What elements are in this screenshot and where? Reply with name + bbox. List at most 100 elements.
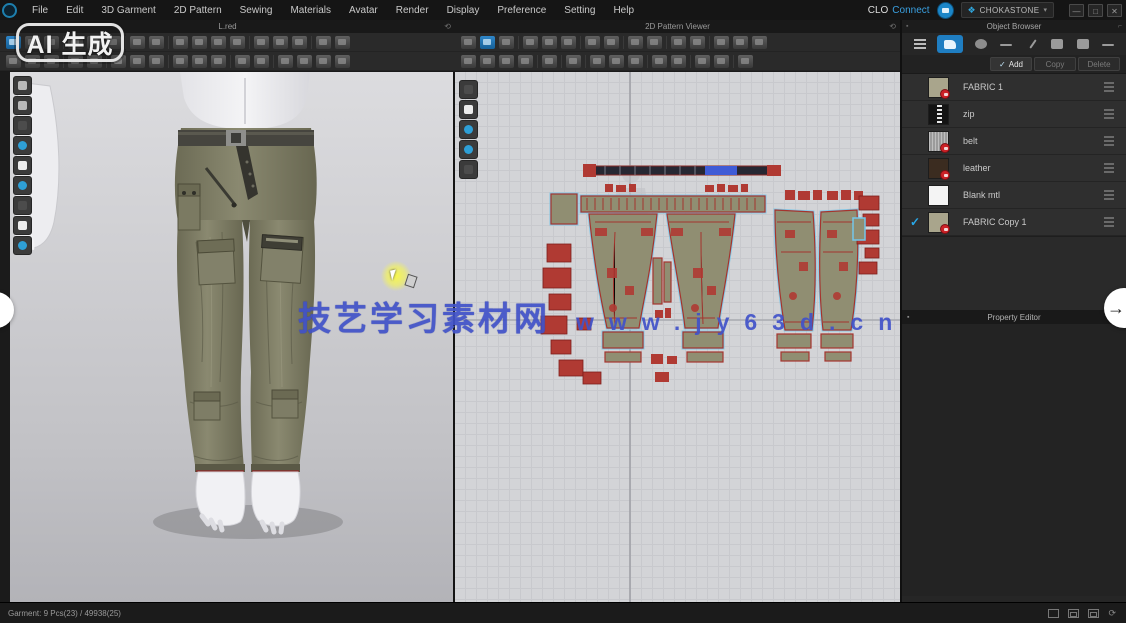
menu-render[interactable]: Render (387, 2, 438, 19)
tool-icon[interactable] (561, 36, 576, 49)
tool-icon[interactable] (149, 55, 164, 68)
2d-viewport-corner-icon[interactable]: ⟲ (889, 22, 896, 31)
tool-icon[interactable] (480, 36, 495, 49)
grid-layout-icon[interactable] (1088, 609, 1099, 618)
delete-fabric-button[interactable]: Delete (1078, 57, 1120, 71)
layer-tab-icon[interactable] (1075, 37, 1091, 51)
tool-icon[interactable] (149, 36, 164, 49)
tool-icon[interactable] (585, 36, 600, 49)
menu-display[interactable]: Display (438, 2, 489, 19)
row-menu-icon[interactable] (1104, 82, 1114, 92)
fabric-swatch[interactable] (928, 131, 949, 152)
panel-pin-icon[interactable]: ⌐ (1118, 23, 1122, 30)
tool-icon[interactable] (278, 55, 293, 68)
tool-icon[interactable] (671, 55, 686, 68)
tool-icon[interactable] (752, 36, 767, 49)
tool-icon[interactable] (566, 55, 581, 68)
tool-icon[interactable] (695, 55, 710, 68)
tool-icon[interactable] (211, 36, 226, 49)
tool-icon[interactable] (523, 36, 538, 49)
tool-icon[interactable] (211, 55, 226, 68)
tool-icon[interactable] (690, 36, 705, 49)
tool-icon[interactable] (192, 36, 207, 49)
tool-icon[interactable] (461, 36, 476, 49)
tool-icon[interactable] (254, 55, 269, 68)
vtool-icon[interactable] (13, 116, 32, 135)
vtool-icon[interactable] (459, 100, 478, 119)
vtool-icon[interactable] (13, 176, 32, 195)
menu-3d-garment[interactable]: 3D Garment (92, 2, 164, 19)
vtool-icon[interactable] (13, 76, 32, 95)
row-menu-icon[interactable] (1104, 190, 1114, 200)
tool-icon[interactable] (542, 55, 557, 68)
menu-preference[interactable]: Preference (488, 2, 555, 19)
trim-tab-icon[interactable] (1049, 37, 1065, 51)
tool-icon[interactable] (316, 36, 331, 49)
fabric-row-selected[interactable]: ✓ FABRIC Copy 1 (902, 209, 1126, 236)
fabric-swatch[interactable] (928, 77, 949, 98)
tool-icon[interactable] (297, 55, 312, 68)
tool-icon[interactable] (628, 55, 643, 68)
tool-icon[interactable] (461, 55, 476, 68)
tool-icon[interactable] (671, 36, 686, 49)
connect-link[interactable]: CLOConnect (868, 5, 930, 16)
tool-icon[interactable] (316, 55, 331, 68)
tool-icon[interactable] (518, 55, 533, 68)
tool-icon[interactable] (628, 36, 643, 49)
tool-icon[interactable] (335, 55, 350, 68)
tool-icon[interactable] (604, 36, 619, 49)
row-menu-icon[interactable] (1104, 136, 1114, 146)
tool-icon[interactable] (714, 55, 729, 68)
tool-icon[interactable] (647, 36, 662, 49)
panel-layout-icon[interactable] (1068, 609, 1079, 618)
tool-icon[interactable] (738, 55, 753, 68)
vtool-icon[interactable] (13, 96, 32, 115)
fabric-row[interactable]: zip (902, 101, 1126, 128)
fabric-swatch[interactable] (928, 185, 949, 206)
tool-icon[interactable] (130, 36, 145, 49)
layout-icon[interactable] (1048, 609, 1059, 618)
menu-setting[interactable]: Setting (555, 2, 604, 19)
vtool-icon[interactable] (13, 136, 32, 155)
refresh-icon[interactable]: ⟳ (1108, 608, 1116, 619)
menu-help[interactable]: Help (604, 2, 643, 19)
tool-icon[interactable] (499, 55, 514, 68)
tool-icon[interactable] (273, 36, 288, 49)
tool-icon[interactable] (192, 55, 207, 68)
tool-icon[interactable] (230, 36, 245, 49)
tool-icon[interactable] (714, 36, 729, 49)
copy-fabric-button[interactable]: Copy (1034, 57, 1076, 71)
minimize-button[interactable]: — (1069, 4, 1084, 17)
vtool-icon[interactable] (459, 120, 478, 139)
tool-icon[interactable] (499, 36, 514, 49)
tool-icon[interactable] (235, 55, 250, 68)
object-browser-header[interactable]: ▪ Object Browser ⌐ (902, 20, 1126, 33)
user-account-button[interactable]: ❖ CHOKASTONE ▾ (961, 2, 1054, 18)
vtool-icon[interactable] (459, 140, 478, 159)
tool-icon[interactable] (173, 55, 188, 68)
vtool-icon[interactable] (13, 236, 32, 255)
vtool-icon[interactable] (13, 156, 32, 175)
2d-pattern-viewport[interactable] (455, 72, 900, 602)
tool-icon[interactable] (335, 36, 350, 49)
vtool-icon[interactable] (459, 80, 478, 99)
tool-icon[interactable] (292, 36, 307, 49)
fabric-tab-icon[interactable] (937, 35, 963, 53)
property-editor-header[interactable]: ▪ Property Editor (902, 310, 1126, 324)
fabric-row[interactable]: Blank mtl (902, 182, 1126, 209)
topstitch-tab-icon[interactable] (1024, 37, 1040, 51)
menu-avatar[interactable]: Avatar (340, 2, 387, 19)
tool-icon[interactable] (590, 55, 605, 68)
button-tab-icon[interactable] (973, 37, 989, 51)
tool-icon[interactable] (173, 36, 188, 49)
fabric-swatch[interactable] (928, 158, 949, 179)
sync-button[interactable] (937, 2, 954, 19)
tool-icon[interactable] (609, 55, 624, 68)
maximize-button[interactable]: □ (1088, 4, 1103, 17)
fabric-swatch[interactable] (928, 104, 949, 125)
menu-sewing[interactable]: Sewing (231, 2, 282, 19)
tool-icon[interactable] (254, 36, 269, 49)
menu-materials[interactable]: Materials (281, 2, 340, 19)
vtool-icon[interactable] (13, 216, 32, 235)
tool-icon[interactable] (130, 55, 145, 68)
